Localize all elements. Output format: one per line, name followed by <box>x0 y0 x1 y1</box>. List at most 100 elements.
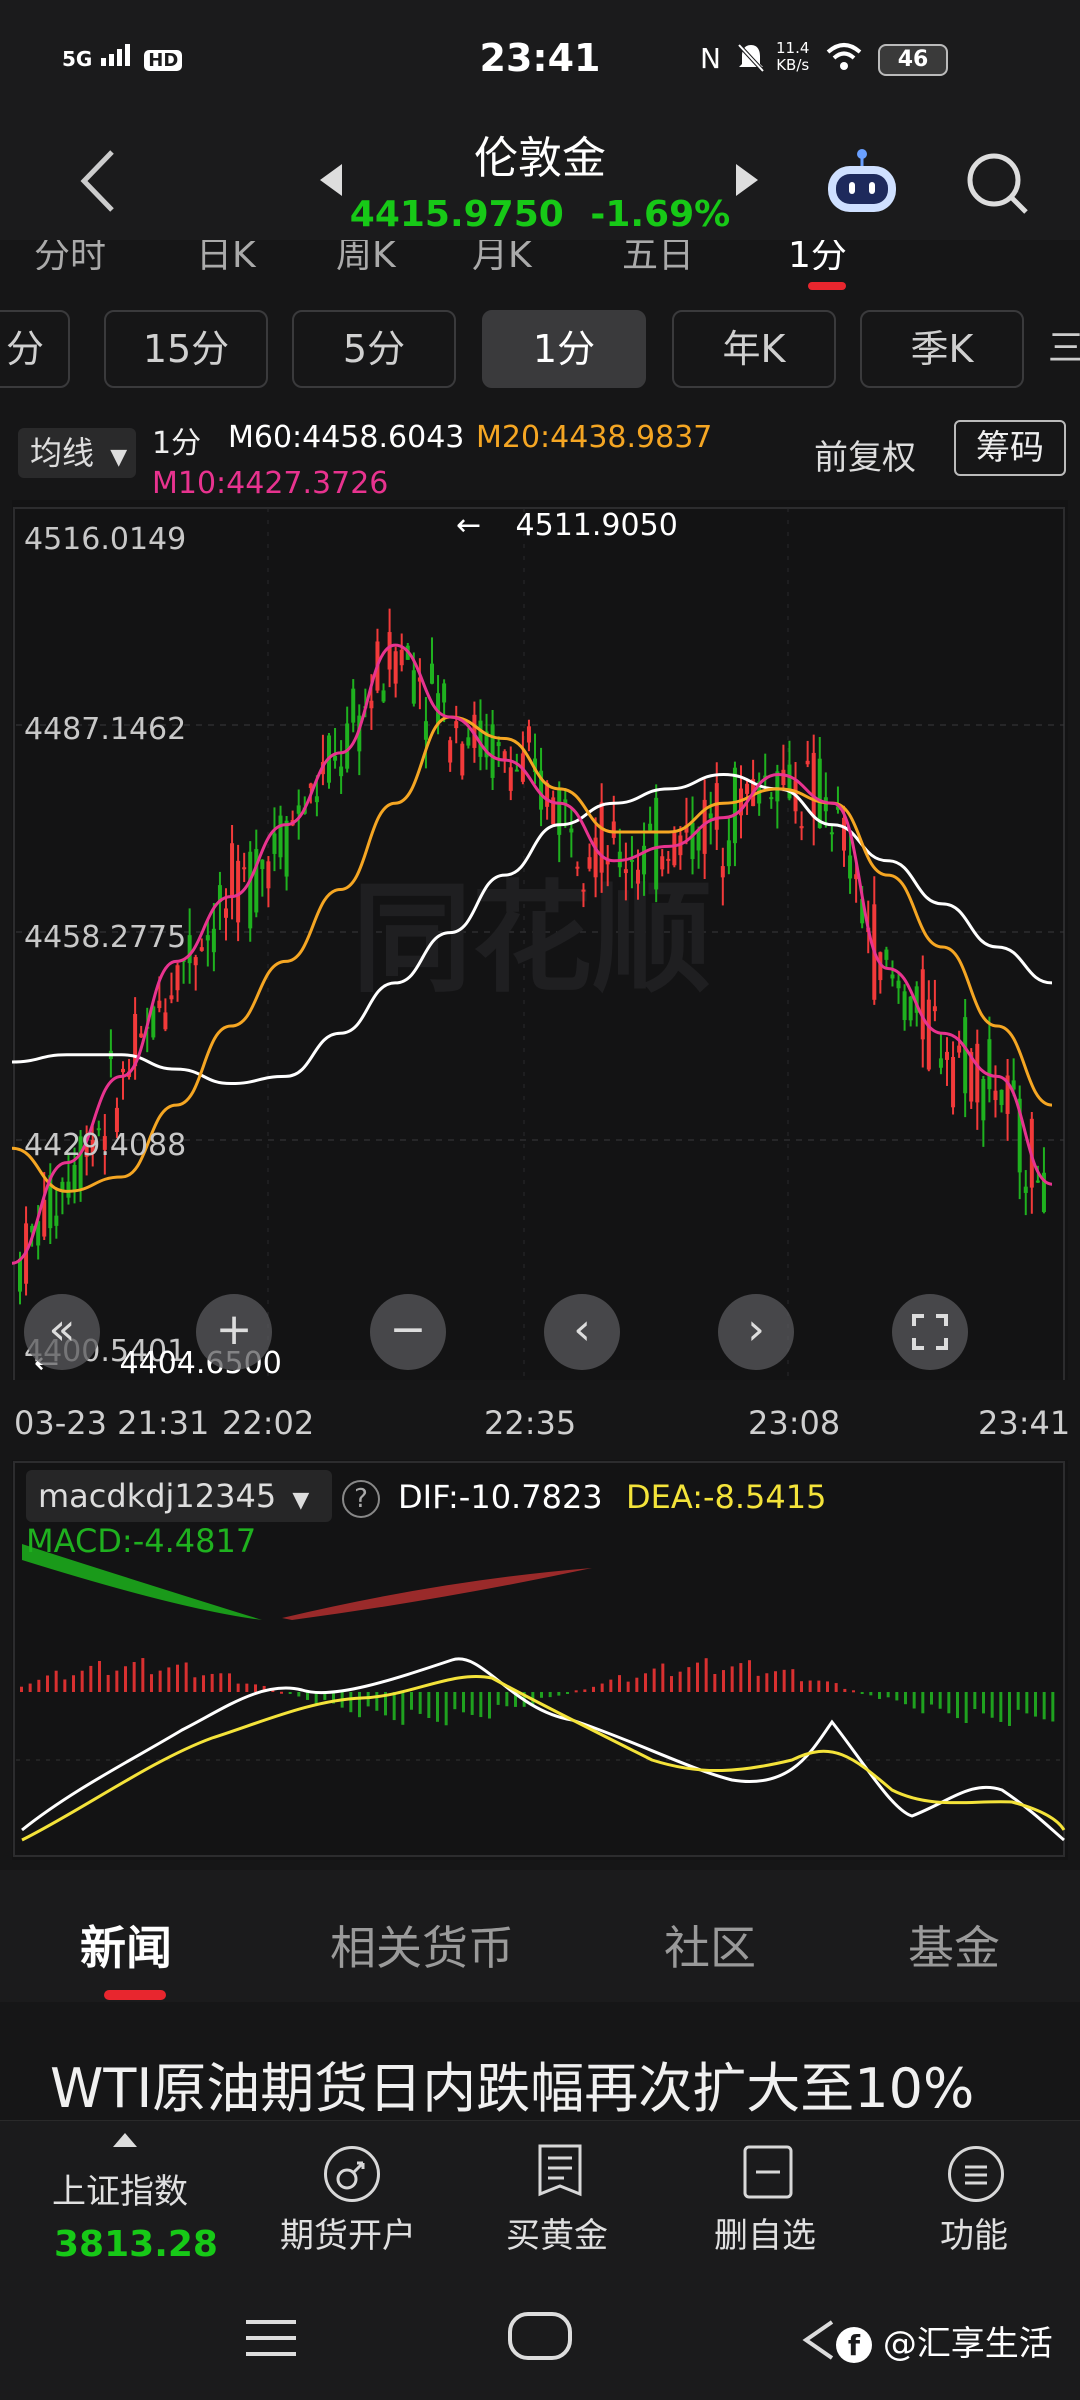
back-nav-icon[interactable] <box>798 2318 838 2366</box>
news-headline[interactable]: WTI原油期货日内跌幅再次扩大至10% <box>50 2044 974 2123</box>
candle-body <box>272 833 277 854</box>
candle-body <box>648 823 653 831</box>
tab-day-k[interactable]: 日K <box>196 240 256 270</box>
macd-bar <box>930 1692 933 1705</box>
macd-bar <box>306 1692 309 1700</box>
period-button-fen[interactable]: 分 <box>0 310 70 388</box>
period-button-year-k[interactable]: 年K <box>672 310 836 388</box>
macd-bar <box>566 1692 569 1694</box>
period-button-15min[interactable]: 15分 <box>104 310 268 388</box>
tab-five-day[interactable]: 五日 <box>622 240 694 270</box>
macd-select-label: macdkdj12345 <box>38 1477 277 1515</box>
macd-indicator-select[interactable]: macdkdj12345 ▼ <box>26 1470 332 1522</box>
macd-bar <box>644 1673 647 1692</box>
menu-functions-icon[interactable] <box>948 2146 1004 2202</box>
scroll-to-start-button[interactable]: « <box>24 1294 100 1370</box>
futures-account-label[interactable]: 期货开户 <box>280 2208 416 2257</box>
robot-assistant-icon[interactable] <box>822 146 902 222</box>
remove-watchlist-label[interactable]: 删自选 <box>714 2208 816 2257</box>
zoom-out-button[interactable]: − <box>370 1294 446 1370</box>
candle-body <box>387 632 392 670</box>
macd-bar <box>479 1692 483 1718</box>
candle-body <box>175 965 180 991</box>
adjust-label[interactable]: 前复权 <box>814 430 916 479</box>
candle-body <box>690 822 695 860</box>
macd-bar <box>670 1676 673 1692</box>
more-periods-edge[interactable]: 三 <box>1048 310 1080 388</box>
tab-fenshi[interactable]: 分时 <box>34 240 106 270</box>
candle-body <box>745 783 750 794</box>
help-icon[interactable]: ? <box>342 1480 380 1518</box>
macd-bar <box>722 1670 725 1692</box>
macd-bar <box>462 1692 465 1713</box>
macd-bar <box>696 1662 699 1692</box>
candle-body <box>1035 1180 1040 1183</box>
tab-related-currency[interactable]: 相关货币 <box>330 1912 514 1978</box>
tab-community[interactable]: 社区 <box>664 1912 756 1978</box>
functions-label[interactable]: 功能 <box>940 2208 1008 2257</box>
candle-body <box>157 1000 162 1009</box>
candle-body <box>896 980 901 989</box>
macd-bar <box>999 1692 1003 1722</box>
speed-unit: KB/s <box>776 56 810 74</box>
high-value: 4511.9050 <box>515 508 678 543</box>
index-name[interactable]: 上证指数 <box>52 2164 188 2213</box>
macd-bar <box>748 1660 751 1692</box>
tab-month-k[interactable]: 月K <box>472 240 532 270</box>
macd-bar <box>626 1681 630 1692</box>
tab-week-k[interactable]: 周K <box>336 240 396 270</box>
chips-button[interactable]: 筹码 <box>954 420 1066 476</box>
candle-body <box>769 797 774 800</box>
candle-body <box>496 742 501 747</box>
x-axis-label-2: 22:02 <box>222 1404 315 1442</box>
macd-bar <box>375 1692 379 1711</box>
tab-news[interactable]: 新闻 <box>80 1912 172 1978</box>
tab-underline <box>104 1990 166 2000</box>
macd-bar <box>548 1692 552 1698</box>
candle-body <box>817 758 822 828</box>
macd-bar <box>124 1666 127 1692</box>
buy-gold-icon[interactable] <box>534 2142 586 2206</box>
ma10-value: M10:4427.3726 <box>152 466 389 501</box>
candle-body <box>224 908 228 918</box>
scroll-right-button[interactable]: › <box>718 1294 794 1370</box>
account-open-icon[interactable] <box>324 2146 380 2202</box>
tab-fund[interactable]: 基金 <box>908 1912 1000 1978</box>
macd-bar <box>453 1692 457 1710</box>
period-button-quarter-k[interactable]: 季K <box>860 310 1024 388</box>
candle-body <box>248 851 253 929</box>
macd-bar <box>592 1686 595 1692</box>
buy-gold-label[interactable]: 买黄金 <box>506 2208 608 2257</box>
macd-bar <box>358 1692 361 1718</box>
macd-bar <box>505 1692 509 1707</box>
expand-up-icon[interactable] <box>112 2132 138 2152</box>
macd-bar <box>652 1668 656 1692</box>
scroll-left-button[interactable]: ‹ <box>544 1294 620 1370</box>
x-axis-label-4: 23:08 <box>748 1404 841 1442</box>
candle-body <box>557 788 562 835</box>
candle-body <box>720 866 725 878</box>
period-button-1min[interactable]: 1分 <box>482 310 646 388</box>
candle-body <box>278 815 283 858</box>
recent-apps-icon[interactable] <box>244 2318 298 2362</box>
arrow-left-icon: ← <box>456 508 482 543</box>
home-icon[interactable] <box>508 2312 572 2360</box>
macd-bar <box>72 1675 75 1692</box>
macd-bar <box>947 1692 951 1714</box>
next-instrument-icon[interactable] <box>734 162 760 202</box>
macd-bar <box>791 1669 795 1692</box>
zoom-in-button[interactable]: + <box>196 1294 272 1370</box>
candle-body <box>805 760 810 765</box>
search-icon[interactable] <box>964 150 1030 220</box>
macd-bar <box>982 1692 985 1714</box>
period-button-5min[interactable]: 5分 <box>292 310 456 388</box>
candle-body <box>932 1006 937 1012</box>
remove-watchlist-icon[interactable] <box>742 2144 794 2204</box>
chart-watermark: 同花顺 <box>352 870 712 1009</box>
ma-select[interactable]: 均线 ▼ <box>18 428 136 478</box>
candle-body <box>230 843 235 896</box>
fullscreen-button[interactable] <box>892 1294 968 1370</box>
status-bar: 5G HD 23:41 N 11.4 KB/s 46 <box>0 0 1080 120</box>
candle-body <box>72 1164 77 1192</box>
tab-minute[interactable]: 1分 <box>788 240 847 270</box>
